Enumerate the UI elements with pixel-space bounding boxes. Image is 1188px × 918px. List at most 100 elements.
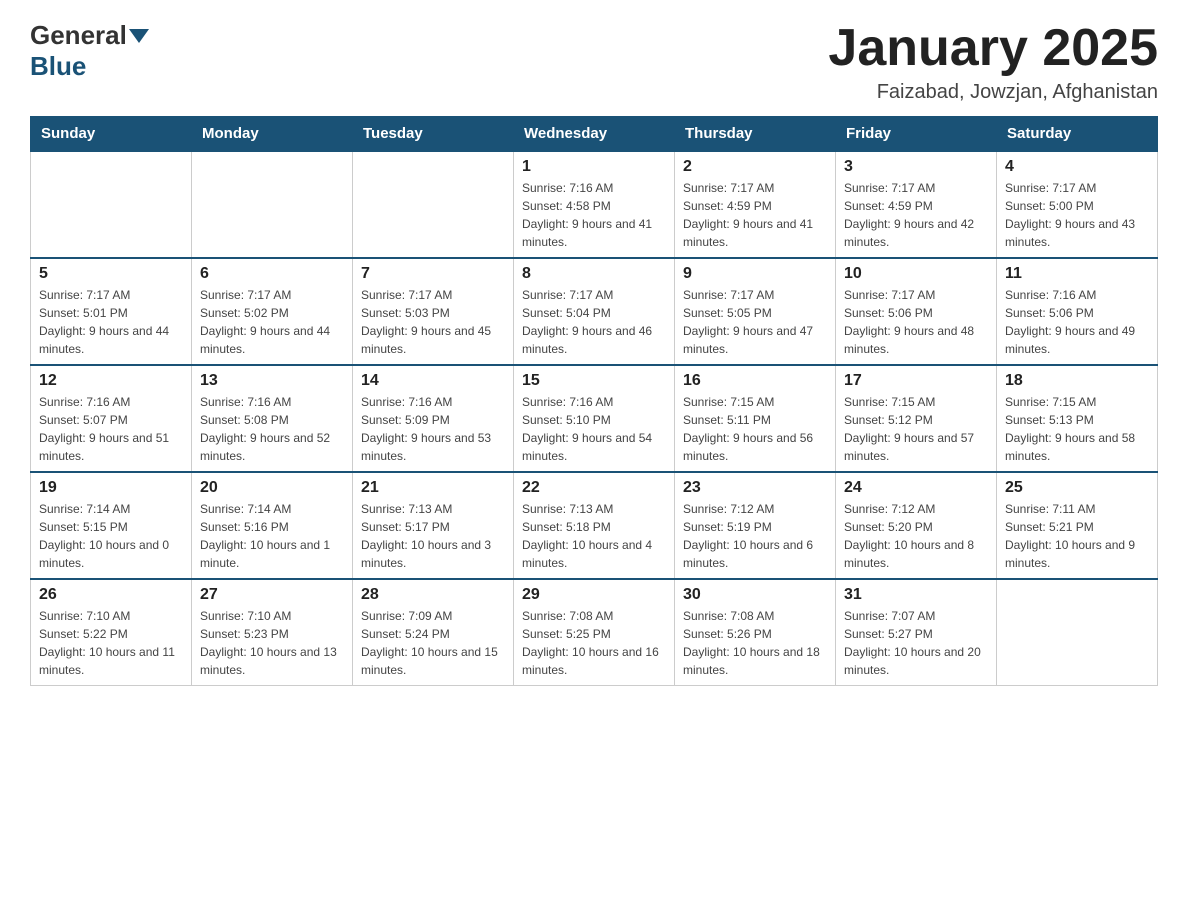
day-info: Sunrise: 7:12 AM Sunset: 5:20 PM Dayligh… [844,500,988,572]
day-number: 20 [200,479,344,497]
day-number: 14 [361,372,505,390]
logo-general-text: General [30,20,127,51]
day-number: 5 [39,265,183,283]
day-number: 28 [361,586,505,604]
day-number: 18 [1005,372,1149,390]
calendar-day-cell: 16Sunrise: 7:15 AM Sunset: 5:11 PM Dayli… [675,365,836,472]
day-info: Sunrise: 7:17 AM Sunset: 5:04 PM Dayligh… [522,286,666,358]
calendar-week-row: 5 Sunrise: 7:17 AM Sunset: 5:01 PM Daylig… [31,258,1158,365]
day-info: Sunrise: 7:17 AM Sunset: 5:03 PM Dayligh… [361,286,505,358]
calendar-day-cell: 11Sunrise: 7:16 AM Sunset: 5:06 PM Dayli… [997,258,1158,365]
calendar-day-cell: 9 Sunrise: 7:17 AM Sunset: 5:05 PM Daylig… [675,258,836,365]
calendar-day-cell [353,151,514,258]
day-info: Sunrise: 7:10 AM Sunset: 5:22 PM Dayligh… [39,607,183,679]
calendar-day-cell: 13Sunrise: 7:16 AM Sunset: 5:08 PM Dayli… [192,365,353,472]
day-number: 4 [1005,158,1149,176]
calendar-day-header: Tuesday [353,117,514,152]
calendar-day-cell: 28 Sunrise: 7:09 AM Sunset: 5:24 PM Dayli… [353,579,514,686]
day-number: 29 [522,586,666,604]
day-info: Sunrise: 7:14 AM Sunset: 5:15 PM Dayligh… [39,500,183,572]
calendar-day-header: Friday [836,117,997,152]
calendar-week-row: 19 Sunrise: 7:14 AM Sunset: 5:15 PM Dayli… [31,472,1158,579]
calendar-day-cell [192,151,353,258]
day-number: 1 [522,158,666,176]
day-info: Sunrise: 7:09 AM Sunset: 5:24 PM Dayligh… [361,607,505,679]
day-info: Sunrise: 7:10 AM Sunset: 5:23 PM Dayligh… [200,607,344,679]
calendar-week-row: 1 Sunrise: 7:16 AM Sunset: 4:58 PM Daylig… [31,151,1158,258]
day-info: Sunrise: 7:16 AM Sunset: 5:10 PM Dayligh… [522,393,666,465]
calendar-day-cell: 17 Sunrise: 7:15 AM Sunset: 5:12 PM Dayli… [836,365,997,472]
calendar-header-row: SundayMondayTuesdayWednesdayThursdayFrid… [31,117,1158,152]
title-block: January 2025 Faizabad, Jowzjan, Afghanis… [828,20,1158,104]
calendar-day-cell: 5 Sunrise: 7:17 AM Sunset: 5:01 PM Daylig… [31,258,192,365]
day-info: Sunrise: 7:13 AM Sunset: 5:17 PM Dayligh… [361,500,505,572]
day-info: Sunrise: 7:08 AM Sunset: 5:25 PM Dayligh… [522,607,666,679]
logo-arrow-icon [129,29,149,43]
day-number: 17 [844,372,988,390]
calendar-week-row: 12 Sunrise: 7:16 AM Sunset: 5:07 PM Dayli… [31,365,1158,472]
calendar-day-cell: 7 Sunrise: 7:17 AM Sunset: 5:03 PM Daylig… [353,258,514,365]
day-info: Sunrise: 7:16 AM Sunset: 5:07 PM Dayligh… [39,393,183,465]
day-info: Sunrise: 7:13 AM Sunset: 5:18 PM Dayligh… [522,500,666,572]
day-number: 15 [522,372,666,390]
calendar-day-header: Sunday [31,117,192,152]
calendar-day-cell: 10Sunrise: 7:17 AM Sunset: 5:06 PM Dayli… [836,258,997,365]
day-info: Sunrise: 7:08 AM Sunset: 5:26 PM Dayligh… [683,607,827,679]
day-number: 24 [844,479,988,497]
day-number: 8 [522,265,666,283]
day-info: Sunrise: 7:17 AM Sunset: 5:06 PM Dayligh… [844,286,988,358]
day-number: 23 [683,479,827,497]
day-number: 31 [844,586,988,604]
calendar-day-cell: 8 Sunrise: 7:17 AM Sunset: 5:04 PM Daylig… [514,258,675,365]
day-info: Sunrise: 7:15 AM Sunset: 5:12 PM Dayligh… [844,393,988,465]
day-info: Sunrise: 7:15 AM Sunset: 5:11 PM Dayligh… [683,393,827,465]
day-info: Sunrise: 7:16 AM Sunset: 5:06 PM Dayligh… [1005,286,1149,358]
day-number: 2 [683,158,827,176]
day-number: 12 [39,372,183,390]
calendar-day-cell: 21 Sunrise: 7:13 AM Sunset: 5:17 PM Dayli… [353,472,514,579]
day-info: Sunrise: 7:16 AM Sunset: 4:58 PM Dayligh… [522,179,666,251]
day-number: 21 [361,479,505,497]
day-number: 30 [683,586,827,604]
day-info: Sunrise: 7:15 AM Sunset: 5:13 PM Dayligh… [1005,393,1149,465]
day-number: 7 [361,265,505,283]
calendar-day-cell: 25 Sunrise: 7:11 AM Sunset: 5:21 PM Dayli… [997,472,1158,579]
day-info: Sunrise: 7:12 AM Sunset: 5:19 PM Dayligh… [683,500,827,572]
day-info: Sunrise: 7:17 AM Sunset: 5:05 PM Dayligh… [683,286,827,358]
calendar-day-cell: 1 Sunrise: 7:16 AM Sunset: 4:58 PM Daylig… [514,151,675,258]
calendar-body: 1 Sunrise: 7:16 AM Sunset: 4:58 PM Daylig… [31,151,1158,686]
day-info: Sunrise: 7:17 AM Sunset: 5:01 PM Dayligh… [39,286,183,358]
day-info: Sunrise: 7:14 AM Sunset: 5:16 PM Dayligh… [200,500,344,572]
calendar-day-cell: 3Sunrise: 7:17 AM Sunset: 4:59 PM Daylig… [836,151,997,258]
calendar-day-cell: 12 Sunrise: 7:16 AM Sunset: 5:07 PM Dayli… [31,365,192,472]
day-number: 25 [1005,479,1149,497]
calendar-day-cell: 23 Sunrise: 7:12 AM Sunset: 5:19 PM Dayli… [675,472,836,579]
page-header: General Blue January 2025 Faizabad, Jowz… [30,20,1158,104]
calendar-day-header: Monday [192,117,353,152]
calendar-day-cell: 27 Sunrise: 7:10 AM Sunset: 5:23 PM Dayli… [192,579,353,686]
day-number: 26 [39,586,183,604]
calendar-day-cell: 14 Sunrise: 7:16 AM Sunset: 5:09 PM Dayli… [353,365,514,472]
calendar-day-cell [31,151,192,258]
day-info: Sunrise: 7:16 AM Sunset: 5:09 PM Dayligh… [361,393,505,465]
calendar-day-cell: 29 Sunrise: 7:08 AM Sunset: 5:25 PM Dayli… [514,579,675,686]
day-number: 9 [683,265,827,283]
day-info: Sunrise: 7:17 AM Sunset: 5:02 PM Dayligh… [200,286,344,358]
day-info: Sunrise: 7:17 AM Sunset: 5:00 PM Dayligh… [1005,179,1149,251]
calendar-day-header: Thursday [675,117,836,152]
calendar-day-cell: 2Sunrise: 7:17 AM Sunset: 4:59 PM Daylig… [675,151,836,258]
day-info: Sunrise: 7:11 AM Sunset: 5:21 PM Dayligh… [1005,500,1149,572]
calendar-day-cell: 31Sunrise: 7:07 AM Sunset: 5:27 PM Dayli… [836,579,997,686]
calendar-day-cell: 24 Sunrise: 7:12 AM Sunset: 5:20 PM Dayli… [836,472,997,579]
day-number: 27 [200,586,344,604]
calendar-table: SundayMondayTuesdayWednesdayThursdayFrid… [30,116,1158,686]
calendar-day-header: Wednesday [514,117,675,152]
day-number: 22 [522,479,666,497]
day-info: Sunrise: 7:16 AM Sunset: 5:08 PM Dayligh… [200,393,344,465]
calendar-week-row: 26 Sunrise: 7:10 AM Sunset: 5:22 PM Dayli… [31,579,1158,686]
calendar-day-cell: 15 Sunrise: 7:16 AM Sunset: 5:10 PM Dayli… [514,365,675,472]
logo: General Blue [30,20,151,82]
day-number: 19 [39,479,183,497]
day-number: 6 [200,265,344,283]
calendar-day-cell: 18 Sunrise: 7:15 AM Sunset: 5:13 PM Dayli… [997,365,1158,472]
